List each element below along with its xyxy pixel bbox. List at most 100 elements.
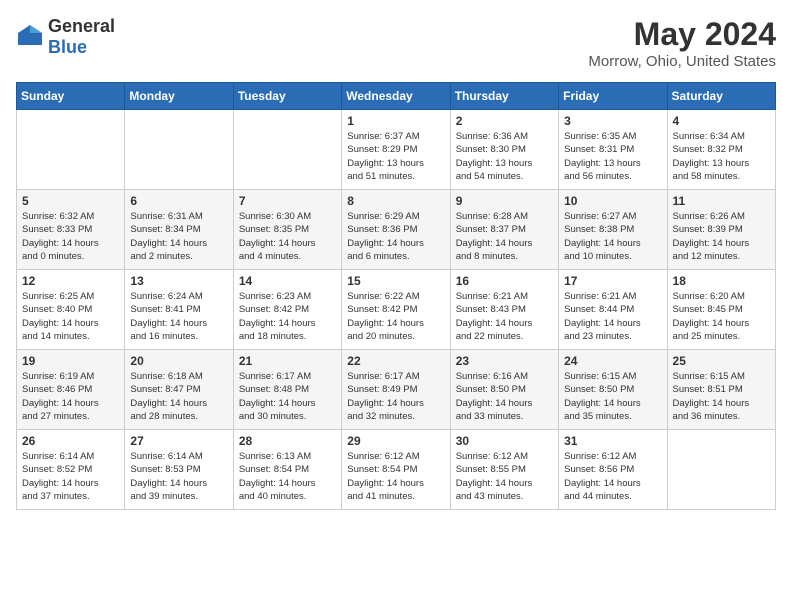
calendar-cell — [17, 110, 125, 190]
month-title: May 2024 — [588, 16, 776, 53]
day-number: 11 — [673, 194, 770, 208]
cell-info: Sunrise: 6:31 AMSunset: 8:34 PMDaylight:… — [130, 210, 227, 263]
weekday-header-row: SundayMondayTuesdayWednesdayThursdayFrid… — [17, 83, 776, 110]
logo-text: General Blue — [48, 16, 115, 58]
cell-info: Sunrise: 6:12 AMSunset: 8:54 PMDaylight:… — [347, 450, 444, 503]
calendar-cell: 17 Sunrise: 6:21 AMSunset: 8:44 PMDayligh… — [559, 270, 667, 350]
calendar-cell: 5Sunrise: 6:32 AMSunset: 8:33 PMDaylight… — [17, 190, 125, 270]
cell-info: Sunrise: 6:27 AMSunset: 8:38 PMDaylight:… — [564, 210, 661, 263]
location-title: Morrow, Ohio, United States — [588, 53, 776, 70]
logo: General Blue — [16, 16, 115, 58]
calendar-cell: 19Sunrise: 6:19 AMSunset: 8:46 PMDayligh… — [17, 350, 125, 430]
weekday-header-friday: Friday — [559, 83, 667, 110]
day-number: 4 — [673, 114, 770, 128]
page-header: General Blue May 2024 Morrow, Ohio, Unit… — [16, 16, 776, 70]
calendar-cell: 10 Sunrise: 6:27 AMSunset: 8:38 PMDayligh… — [559, 190, 667, 270]
day-number: 5 — [22, 194, 119, 208]
cell-info: Sunrise: 6:15 AMSunset: 8:50 PMDaylight:… — [564, 370, 661, 423]
weekday-header-tuesday: Tuesday — [233, 83, 341, 110]
day-number: 14 — [239, 274, 336, 288]
cell-info: Sunrise: 6:35 AMSunset: 8:31 PMDaylight:… — [564, 130, 661, 183]
cell-info: Sunrise: 6:21 AMSunset: 8:43 PMDaylight:… — [456, 290, 553, 343]
calendar-cell: 2Sunrise: 6:36 AMSunset: 8:30 PMDaylight… — [450, 110, 558, 190]
logo-icon — [16, 23, 44, 51]
cell-info: Sunrise: 6:14 AMSunset: 8:53 PMDaylight:… — [130, 450, 227, 503]
day-number: 3 — [564, 114, 661, 128]
calendar-cell: 13 Sunrise: 6:24 AMSunset: 8:41 PMDayligh… — [125, 270, 233, 350]
logo-general: General — [48, 16, 115, 36]
cell-info: Sunrise: 6:12 AMSunset: 8:55 PMDaylight:… — [456, 450, 553, 503]
day-number: 18 — [673, 274, 770, 288]
calendar-cell: 28Sunrise: 6:13 AMSunset: 8:54 PMDayligh… — [233, 430, 341, 510]
calendar-cell — [667, 430, 775, 510]
day-number: 20 — [130, 354, 227, 368]
calendar-week-row: 26Sunrise: 6:14 AMSunset: 8:52 PMDayligh… — [17, 430, 776, 510]
day-number: 13 — [130, 274, 227, 288]
cell-info: Sunrise: 6:18 AMSunset: 8:47 PMDaylight:… — [130, 370, 227, 423]
weekday-header-monday: Monday — [125, 83, 233, 110]
calendar-cell: 21 Sunrise: 6:17 AMSunset: 8:48 PMDayligh… — [233, 350, 341, 430]
calendar-cell: 8Sunrise: 6:29 AMSunset: 8:36 PMDaylight… — [342, 190, 450, 270]
day-number: 17 — [564, 274, 661, 288]
cell-info: Sunrise: 6:24 AMSunset: 8:41 PMDaylight:… — [130, 290, 227, 343]
calendar-cell — [233, 110, 341, 190]
day-number: 16 — [456, 274, 553, 288]
calendar-cell — [125, 110, 233, 190]
calendar-cell: 14 Sunrise: 6:23 AMSunset: 8:42 PMDayligh… — [233, 270, 341, 350]
calendar-cell: 31Sunrise: 6:12 AMSunset: 8:56 PMDayligh… — [559, 430, 667, 510]
cell-info: Sunrise: 6:17 AMSunset: 8:48 PMDaylight:… — [239, 370, 336, 423]
calendar-week-row: 5Sunrise: 6:32 AMSunset: 8:33 PMDaylight… — [17, 190, 776, 270]
cell-info: Sunrise: 6:21 AMSunset: 8:44 PMDaylight:… — [564, 290, 661, 343]
day-number: 23 — [456, 354, 553, 368]
weekday-header-sunday: Sunday — [17, 83, 125, 110]
calendar-cell: 9 Sunrise: 6:28 AMSunset: 8:37 PMDaylight… — [450, 190, 558, 270]
day-number: 7 — [239, 194, 336, 208]
cell-info: Sunrise: 6:25 AMSunset: 8:40 PMDaylight:… — [22, 290, 119, 343]
cell-info: Sunrise: 6:20 AMSunset: 8:45 PMDaylight:… — [673, 290, 770, 343]
calendar-cell: 7 Sunrise: 6:30 AMSunset: 8:35 PMDaylight… — [233, 190, 341, 270]
calendar-cell: 29 Sunrise: 6:12 AMSunset: 8:54 PMDayligh… — [342, 430, 450, 510]
cell-info: Sunrise: 6:37 AMSunset: 8:29 PMDaylight:… — [347, 130, 444, 183]
weekday-header-thursday: Thursday — [450, 83, 558, 110]
cell-info: Sunrise: 6:23 AMSunset: 8:42 PMDaylight:… — [239, 290, 336, 343]
calendar-cell: 20 Sunrise: 6:18 AMSunset: 8:47 PMDayligh… — [125, 350, 233, 430]
day-number: 8 — [347, 194, 444, 208]
cell-info: Sunrise: 6:15 AMSunset: 8:51 PMDaylight:… — [673, 370, 770, 423]
calendar-cell: 11 Sunrise: 6:26 AMSunset: 8:39 PMDayligh… — [667, 190, 775, 270]
calendar-cell: 12 Sunrise: 6:25 AMSunset: 8:40 PMDayligh… — [17, 270, 125, 350]
cell-info: Sunrise: 6:36 AMSunset: 8:30 PMDaylight:… — [456, 130, 553, 183]
day-number: 10 — [564, 194, 661, 208]
calendar-week-row: 12 Sunrise: 6:25 AMSunset: 8:40 PMDayligh… — [17, 270, 776, 350]
calendar-cell: 26Sunrise: 6:14 AMSunset: 8:52 PMDayligh… — [17, 430, 125, 510]
calendar-cell: 27 Sunrise: 6:14 AMSunset: 8:53 PMDayligh… — [125, 430, 233, 510]
cell-info: Sunrise: 6:34 AMSunset: 8:32 PMDaylight:… — [673, 130, 770, 183]
cell-info: Sunrise: 6:16 AMSunset: 8:50 PMDaylight:… — [456, 370, 553, 423]
calendar-cell: 18 Sunrise: 6:20 AMSunset: 8:45 PMDayligh… — [667, 270, 775, 350]
day-number: 26 — [22, 434, 119, 448]
calendar-week-row: 1 Sunrise: 6:37 AMSunset: 8:29 PMDaylight… — [17, 110, 776, 190]
day-number: 25 — [673, 354, 770, 368]
day-number: 6 — [130, 194, 227, 208]
day-number: 30 — [456, 434, 553, 448]
day-number: 29 — [347, 434, 444, 448]
cell-info: Sunrise: 6:19 AMSunset: 8:46 PMDaylight:… — [22, 370, 119, 423]
calendar-cell: 22Sunrise: 6:17 AMSunset: 8:49 PMDayligh… — [342, 350, 450, 430]
calendar-cell: 24Sunrise: 6:15 AMSunset: 8:50 PMDayligh… — [559, 350, 667, 430]
day-number: 1 — [347, 114, 444, 128]
day-number: 12 — [22, 274, 119, 288]
title-block: May 2024 Morrow, Ohio, United States — [588, 16, 776, 70]
day-number: 27 — [130, 434, 227, 448]
cell-info: Sunrise: 6:17 AMSunset: 8:49 PMDaylight:… — [347, 370, 444, 423]
day-number: 21 — [239, 354, 336, 368]
calendar-cell: 25 Sunrise: 6:15 AMSunset: 8:51 PMDayligh… — [667, 350, 775, 430]
calendar-cell: 3 Sunrise: 6:35 AMSunset: 8:31 PMDaylight… — [559, 110, 667, 190]
cell-info: Sunrise: 6:30 AMSunset: 8:35 PMDaylight:… — [239, 210, 336, 263]
calendar-table: SundayMondayTuesdayWednesdayThursdayFrid… — [16, 82, 776, 510]
cell-info: Sunrise: 6:26 AMSunset: 8:39 PMDaylight:… — [673, 210, 770, 263]
day-number: 9 — [456, 194, 553, 208]
cell-info: Sunrise: 6:13 AMSunset: 8:54 PMDaylight:… — [239, 450, 336, 503]
weekday-header-wednesday: Wednesday — [342, 83, 450, 110]
calendar-cell: 4 Sunrise: 6:34 AMSunset: 8:32 PMDaylight… — [667, 110, 775, 190]
calendar-cell: 30 Sunrise: 6:12 AMSunset: 8:55 PMDayligh… — [450, 430, 558, 510]
cell-info: Sunrise: 6:28 AMSunset: 8:37 PMDaylight:… — [456, 210, 553, 263]
